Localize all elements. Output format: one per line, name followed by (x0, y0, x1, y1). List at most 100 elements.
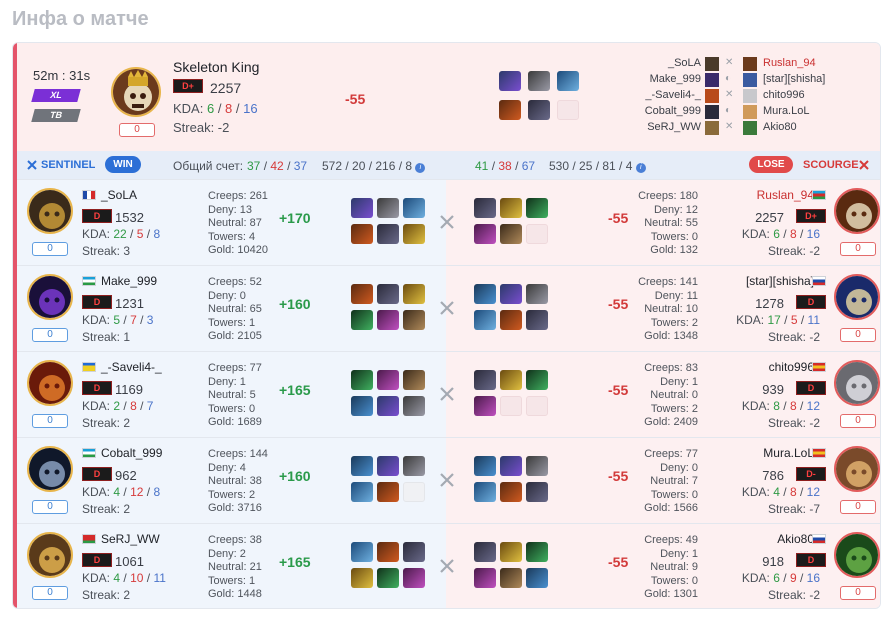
item-slot[interactable] (500, 370, 522, 390)
item-slot[interactable] (474, 542, 496, 562)
item-slot[interactable] (351, 198, 373, 218)
item-slot[interactable] (500, 284, 522, 304)
item-slot[interactable] (351, 482, 373, 502)
player-name[interactable]: [star][shisha] (746, 274, 814, 288)
item-slot[interactable] (403, 542, 425, 562)
item-slot[interactable] (403, 370, 425, 390)
summary-right-name[interactable]: Mura.LoL (763, 105, 809, 117)
item-slot[interactable] (351, 370, 373, 390)
hero-avatar[interactable] (27, 188, 73, 234)
summary-left-name[interactable]: Cobalt_999 (613, 105, 701, 117)
hero-avatar[interactable] (834, 360, 880, 406)
player-name[interactable]: Mura.LoL (763, 446, 814, 460)
item-slot[interactable] (351, 456, 373, 476)
item-slot[interactable] (403, 198, 425, 218)
info-icon[interactable]: i (635, 163, 646, 173)
item-slot[interactable] (474, 568, 496, 588)
hero-avatar[interactable] (834, 446, 880, 492)
item-slot[interactable] (474, 198, 496, 218)
player-kda: KDA: 6 / 8 / 16 (741, 227, 820, 241)
item-slot[interactable] (500, 224, 522, 244)
summary-left-name[interactable]: Make_999 (613, 73, 701, 85)
item-slot[interactable] (526, 198, 548, 218)
summary-right-name[interactable]: chito996 (763, 89, 805, 101)
item-slot[interactable] (500, 456, 522, 476)
info-icon[interactable]: i (415, 163, 426, 173)
player-name[interactable]: _-Saveli4-_ (101, 360, 162, 374)
item-slot[interactable] (403, 568, 425, 588)
player-streak: Streak: -2 (767, 416, 820, 430)
item-slot[interactable] (377, 310, 399, 330)
item-slot[interactable] (403, 396, 425, 416)
item-slot[interactable] (528, 71, 550, 91)
item-slot[interactable] (403, 456, 425, 476)
item-slot[interactable] (351, 284, 373, 304)
player-name[interactable]: Ruslan_94 (757, 188, 814, 202)
item-slot[interactable] (499, 71, 521, 91)
item-slot[interactable] (474, 370, 496, 390)
player-name[interactable]: chito996 (769, 360, 814, 374)
player-name[interactable]: SeRJ_WW (101, 532, 160, 546)
item-slot[interactable] (526, 568, 548, 588)
summary-left-name[interactable]: SeRJ_WW (613, 121, 701, 133)
item-slot[interactable] (474, 224, 496, 244)
item-slot[interactable] (474, 482, 496, 502)
item-slot[interactable] (557, 71, 579, 91)
player-rank-badge: D (82, 553, 112, 567)
hero-avatar[interactable] (834, 274, 880, 320)
item-slot[interactable] (377, 568, 399, 588)
player-name[interactable]: Akio80 (777, 532, 814, 546)
item-slot[interactable] (500, 568, 522, 588)
player-name[interactable]: Cobalt_999 (101, 446, 162, 460)
item-slot[interactable] (377, 224, 399, 244)
summary-right-name[interactable]: Akio80 (763, 121, 797, 133)
item-slot[interactable] (351, 224, 373, 244)
item-slot[interactable] (526, 370, 548, 390)
hero-avatar[interactable] (27, 274, 73, 320)
item-slot[interactable] (500, 542, 522, 562)
item-slot[interactable] (526, 456, 548, 476)
item-slot[interactable] (474, 310, 496, 330)
hero-avatar[interactable] (834, 188, 880, 234)
hero-avatar[interactable] (834, 532, 880, 578)
item-slot[interactable] (377, 370, 399, 390)
summary-right-name[interactable]: [star][shisha] (763, 73, 825, 85)
item-slot[interactable] (377, 396, 399, 416)
item-slot[interactable] (474, 396, 496, 416)
summary-kda: KDA: 6 / 8 / 16 (173, 101, 258, 116)
item-slot[interactable] (500, 310, 522, 330)
item-slot[interactable] (500, 482, 522, 502)
player-name[interactable]: _SoLA (101, 188, 137, 202)
item-slot[interactable] (474, 284, 496, 304)
item-slot[interactable] (403, 310, 425, 330)
item-slot[interactable] (377, 198, 399, 218)
item-slot[interactable] (499, 100, 521, 120)
item-slot[interactable] (500, 198, 522, 218)
item-slot[interactable] (403, 284, 425, 304)
hero-avatar[interactable] (27, 446, 73, 492)
item-slot[interactable] (526, 542, 548, 562)
item-slot[interactable] (351, 396, 373, 416)
stat-creeps: Creeps: 83 (644, 362, 698, 374)
stat-creeps: Creeps: 180 (638, 190, 698, 202)
hero-avatar[interactable] (27, 532, 73, 578)
item-slot[interactable] (526, 284, 548, 304)
hero-avatar[interactable] (27, 360, 73, 406)
item-slot[interactable] (526, 482, 548, 502)
item-slot[interactable] (526, 310, 548, 330)
item-slot[interactable] (377, 542, 399, 562)
item-slot[interactable] (351, 310, 373, 330)
item-slot[interactable] (377, 482, 399, 502)
item-slot[interactable] (377, 284, 399, 304)
item-slot[interactable] (528, 100, 550, 120)
summary-left-name[interactable]: _SoLA (613, 57, 701, 69)
item-slot[interactable] (351, 542, 373, 562)
item-slot[interactable] (377, 456, 399, 476)
summary-left-name[interactable]: _-Saveli4-_ (613, 89, 701, 101)
summary-right-name[interactable]: Ruslan_94 (763, 57, 816, 69)
item-slot[interactable] (351, 568, 373, 588)
item-slot[interactable] (474, 456, 496, 476)
hero-avatar-skeleton-king[interactable] (111, 67, 161, 117)
item-slot[interactable] (403, 224, 425, 244)
player-name[interactable]: Make_999 (101, 274, 157, 288)
